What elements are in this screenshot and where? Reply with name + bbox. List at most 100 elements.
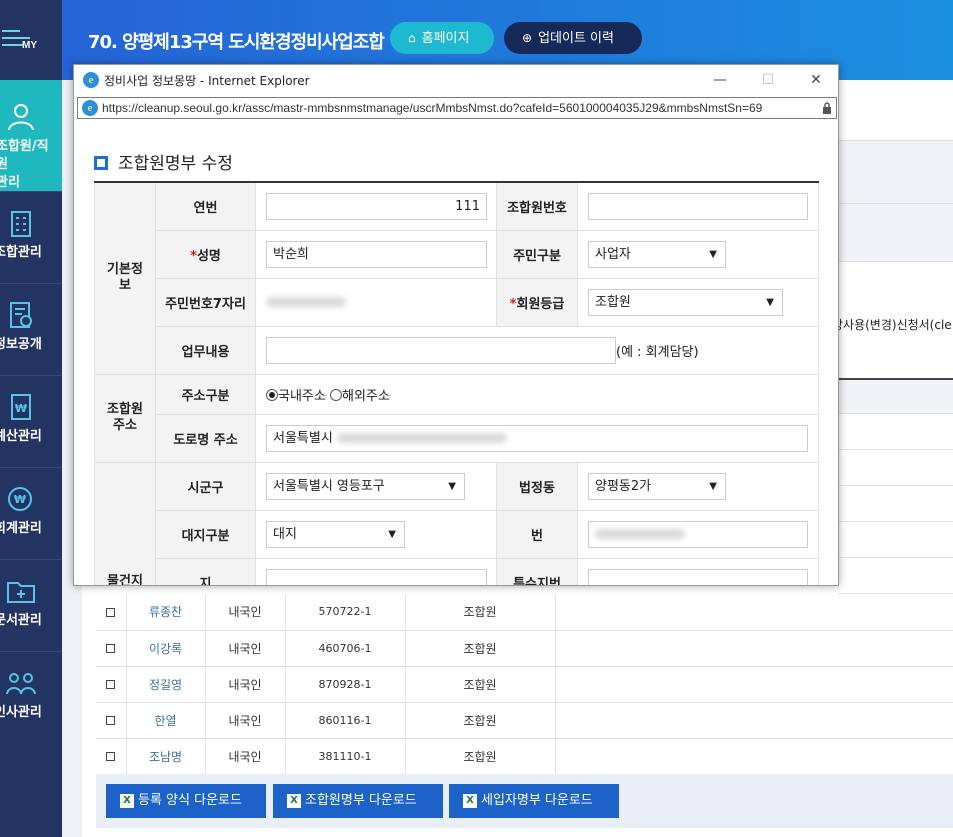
update-history-button[interactable]: ⊕ 업데이트 이력 bbox=[504, 22, 642, 54]
label-resident-type: 주민구분 bbox=[496, 229, 578, 279]
row-checkbox[interactable] bbox=[106, 607, 116, 617]
page-title: 70. 양평제13구역 도시환경정비사업조합 bbox=[88, 32, 385, 53]
sidebar-item-hr[interactable]: 인사관리 bbox=[0, 652, 62, 744]
row-checkbox[interactable] bbox=[106, 752, 116, 761]
bg-table-header bbox=[838, 378, 953, 414]
legal-dong-select[interactable]: 양평동2가 ▼ bbox=[588, 472, 726, 500]
radio-foreign[interactable] bbox=[329, 388, 342, 401]
table-row[interactable]: 한열 내국인 860116-1 조합원 bbox=[96, 702, 953, 739]
sidebar-item-label: 조합관리 bbox=[0, 245, 42, 260]
special-bun-input[interactable] bbox=[588, 568, 808, 585]
popup-body: 조합원명부 수정 기본정 보 연번 111 조합원번호 *성명 박순희 주민구분… bbox=[74, 121, 838, 585]
sidebar-item-accounting[interactable]: ₩ 회계관리 bbox=[0, 468, 62, 560]
bg-table-row bbox=[838, 558, 953, 594]
sidebar-item-members[interactable]: 조합원/직원 관리 bbox=[0, 80, 62, 192]
redacted-value bbox=[595, 529, 685, 539]
land-type-select[interactable]: 대지 ▼ bbox=[266, 520, 405, 548]
label-legal-dong: 법정동 bbox=[496, 461, 578, 511]
radio-domestic[interactable] bbox=[266, 388, 278, 401]
sidebar-item-documents[interactable]: 문서관리 bbox=[0, 560, 62, 652]
grade-cell: 조합원 bbox=[405, 630, 556, 667]
sigungu-value: 서울특별시 영등포구 bbox=[273, 478, 385, 494]
window-titlebar[interactable]: e 정비사업 정보몽땅 - Internet Explorer — ☐ ✕ bbox=[74, 65, 838, 95]
label-bun: 번 bbox=[496, 509, 578, 559]
member-name-link[interactable]: 류종찬 bbox=[126, 594, 206, 631]
table-row[interactable]: 이강록 내국인 460706-1 조합원 bbox=[96, 630, 953, 667]
folder-plus-icon bbox=[7, 582, 35, 603]
sidebar-my-menu[interactable]: MY bbox=[0, 0, 62, 80]
land-type-value: 대지 bbox=[273, 526, 297, 542]
member-table: 류종찬 내국인 570722-1 조합원 이강록 내국인 460706-1 조합… bbox=[96, 594, 953, 775]
internet-explorer-icon: e bbox=[83, 72, 99, 88]
duty-input[interactable] bbox=[266, 336, 616, 364]
name-input[interactable]: 박순희 bbox=[266, 240, 487, 268]
row-checkbox[interactable] bbox=[106, 644, 116, 653]
excel-icon: X bbox=[120, 794, 134, 808]
svg-text:₩: ₩ bbox=[15, 402, 27, 415]
label-special-bun: 특수지번 bbox=[496, 557, 578, 585]
redacted-value bbox=[336, 433, 507, 443]
dropdown-arrow-icon: ▼ bbox=[709, 248, 717, 260]
internet-explorer-icon: e bbox=[82, 100, 98, 116]
address-bar[interactable]: e https://cleanup.seoul.go.kr/assc/mastr… bbox=[77, 97, 837, 119]
form-download-label: 등록 양식 다운로드 bbox=[138, 793, 242, 808]
rrn7-input[interactable] bbox=[266, 289, 496, 316]
my-label: MY bbox=[22, 40, 37, 51]
resident-type-value: 사업자 bbox=[595, 246, 631, 262]
serial-input[interactable]: 111 bbox=[266, 192, 487, 220]
building-icon bbox=[11, 211, 31, 237]
address-url: https://cleanup.seoul.go.kr/assc/mastr-m… bbox=[102, 101, 763, 115]
grade-cell: 조합원 bbox=[405, 594, 556, 631]
close-button[interactable]: ✕ bbox=[796, 69, 836, 91]
radio-foreign-label: 해외주소 bbox=[341, 388, 390, 404]
window-title: 정비사업 정보몽땅 - Internet Explorer bbox=[104, 74, 310, 88]
ie-popup-window: e 정비사업 정보몽땅 - Internet Explorer — ☐ ✕ e … bbox=[73, 64, 839, 586]
resident-type-select[interactable]: 사업자 ▼ bbox=[588, 240, 726, 268]
nationality-cell: 내국인 bbox=[205, 702, 286, 739]
label-ji: 지 bbox=[155, 557, 256, 585]
member-list-download-button[interactable]: X 조합원명부 다운로드 bbox=[273, 784, 443, 818]
form-title-text: 조합원명부 수정 bbox=[118, 154, 233, 174]
form-title: 조합원명부 수정 bbox=[94, 149, 233, 174]
road-address-input[interactable]: 서울특별시 bbox=[266, 424, 808, 452]
update-history-button-label: 업데이트 이력 bbox=[538, 31, 614, 46]
label-name: *성명 bbox=[155, 229, 256, 279]
maximize-button[interactable]: ☐ bbox=[748, 69, 788, 91]
row-checkbox[interactable] bbox=[106, 680, 116, 689]
member-name-link[interactable]: 정길영 bbox=[126, 666, 206, 703]
sidebar-item-disclosure[interactable]: 정보공개 bbox=[0, 284, 62, 376]
member-name-link[interactable]: 이강록 bbox=[126, 630, 206, 667]
download-button-bar: X 등록 양식 다운로드 X 조합원명부 다운로드 X 세입자명부 다운로드 bbox=[96, 774, 953, 828]
sigungu-select[interactable]: 서울특별시 영등포구 ▼ bbox=[266, 472, 465, 500]
member-grade-select[interactable]: 조합원 ▼ bbox=[588, 288, 783, 316]
bun-input[interactable] bbox=[588, 520, 808, 548]
label-land-type: 대지구분 bbox=[155, 509, 256, 559]
form-download-button[interactable]: X 등록 양식 다운로드 bbox=[106, 784, 266, 818]
table-row[interactable]: 류종찬 내국인 570722-1 조합원 bbox=[96, 594, 953, 631]
legal-dong-value: 양평동2가 bbox=[595, 478, 652, 494]
table-row[interactable]: 정길영 내국인 870928-1 조합원 bbox=[96, 666, 953, 703]
lock-icon bbox=[823, 102, 831, 114]
member-name-link[interactable]: 한열 bbox=[126, 702, 206, 739]
excel-icon: X bbox=[287, 794, 301, 808]
tenant-list-download-button[interactable]: X 세입자명부 다운로드 bbox=[449, 784, 619, 818]
ji-input[interactable] bbox=[266, 568, 487, 585]
rrn-cell: 860116-1 bbox=[285, 702, 406, 739]
table-row[interactable]: 조남명 내국인 381110-1 조합원 bbox=[96, 738, 953, 775]
row-checkbox[interactable] bbox=[106, 716, 116, 725]
budget-icon: ₩ bbox=[11, 394, 31, 420]
label-addr-type: 주소구분 bbox=[155, 373, 256, 415]
empty-cell bbox=[555, 594, 953, 631]
sidebar-item-label: 조합원/직원 관리 bbox=[0, 139, 49, 190]
nationality-cell: 내국인 bbox=[205, 630, 286, 667]
homepage-button[interactable]: ⌂ 홈페이지 bbox=[390, 22, 494, 54]
sidebar-item-budget[interactable]: ₩ 예산관리 bbox=[0, 376, 62, 468]
member-name-link[interactable]: 조남명 bbox=[126, 738, 206, 775]
bg-table-row bbox=[838, 486, 953, 522]
sidebar-item-association[interactable]: 조합관리 bbox=[0, 192, 62, 284]
minimize-button[interactable]: — bbox=[700, 69, 740, 91]
label-sigungu: 시군구 bbox=[155, 461, 256, 511]
required-mark: * bbox=[190, 248, 197, 264]
member-no-input[interactable] bbox=[588, 192, 808, 220]
nationality-cell: 내국인 bbox=[205, 594, 286, 631]
